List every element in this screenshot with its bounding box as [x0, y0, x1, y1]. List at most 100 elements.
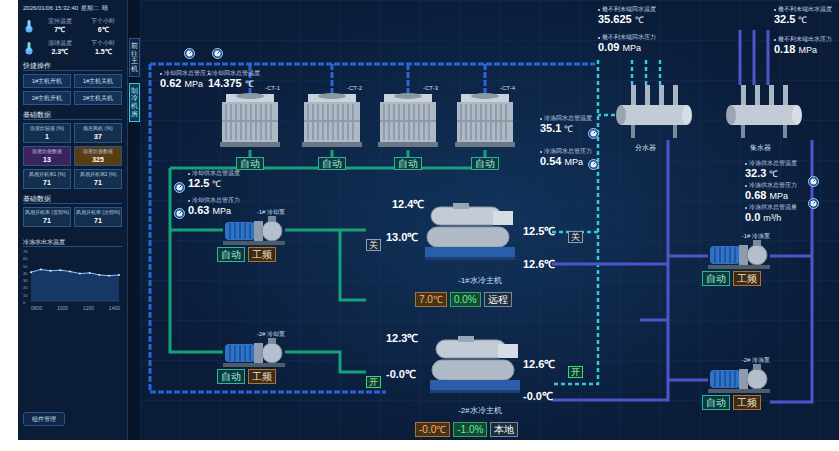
header-vessel-icon: [725, 85, 803, 140]
data-cell: 温度比值数值13: [23, 146, 71, 166]
data-cell: 风扇开机率2 (%)71: [74, 169, 122, 189]
data-cell: 温度比较值 (%)1: [23, 123, 71, 143]
side-tabs: 前往主机制冷机房: [128, 0, 140, 440]
chiller[interactable]: [428, 336, 523, 394]
control-mode[interactable]: 本地: [490, 422, 518, 437]
control-mode[interactable]: 远程: [484, 292, 512, 307]
cooling-tower-icon: [220, 92, 280, 147]
evaporator-out-temp: -0.0℃: [523, 390, 553, 403]
quick-op-button[interactable]: 1#主机开机: [23, 74, 71, 88]
pump[interactable]: -1# 冷却泵自动工频: [223, 208, 285, 262]
frequency-badge: 工频: [733, 395, 761, 410]
humidity-icon: [23, 41, 35, 55]
header-vessel: [615, 85, 693, 140]
chart-panel: 冷冻水出水温度7060504030201000800100012001400: [23, 238, 122, 319]
side-tab[interactable]: 制冷机房: [129, 83, 140, 122]
pump-icon: [708, 240, 770, 270]
mode-badge[interactable]: 自动: [702, 395, 730, 410]
frequency-badge: 工频: [733, 271, 761, 286]
condenser-temp: -0.0℃: [386, 368, 416, 381]
cooling-tower[interactable]: -CT-2自动: [302, 84, 362, 174]
sensor-readout: 冷冻供水总管温度32.3 ℃: [745, 160, 797, 181]
sensor-readout: 冷却供水总管压力0.63 MPa: [188, 197, 240, 218]
header-vessel-icon: [615, 85, 693, 140]
evaporator-in-temp: 12.5℃: [523, 225, 555, 238]
header-label: 集水器: [750, 143, 771, 152]
sensor-readout: 最不利末端回水温度35.625 ℃: [598, 6, 656, 27]
pump[interactable]: -2# 冷冻泵自动工频: [708, 356, 770, 410]
valve-state-badge[interactable]: 关: [568, 231, 583, 243]
chiller-name: -2#水冷主机: [458, 406, 502, 416]
mode-badge[interactable]: 自动: [217, 369, 245, 384]
basic-data-panel: 基础数据风扇开机率 (首部%)71风扇开机率 (次部%)71: [23, 194, 122, 227]
mode-badge[interactable]: 自动: [236, 157, 264, 170]
gauge-icon: [588, 128, 599, 139]
quick-op-button[interactable]: 2#主机关机: [74, 91, 122, 105]
mode-badge[interactable]: 自动: [318, 157, 346, 170]
sensor-readout: 冷却回水总管温度14.375 ℃: [208, 70, 260, 91]
gauge-icon: [184, 48, 195, 59]
chiller[interactable]: [423, 203, 518, 261]
chiller-icon: [428, 336, 523, 394]
chiller-status: -0.0℃-1.0%本地: [415, 422, 518, 437]
data-cell: 温度比值数值325: [74, 146, 122, 166]
sidebar: 2026/01/06 15:32:40星期二晴室外温度7℃下个小时6℃ 湿球温度2…: [18, 0, 128, 440]
chiller-inlet-temp: 12.4℃: [392, 198, 424, 211]
mode-badge[interactable]: 自动: [702, 271, 730, 286]
sensor-readout: 冷冻供水总管流量0.0 m³/h: [745, 204, 797, 225]
sensor-readout: 最不利末端回水压力0.09 MPa: [598, 34, 656, 55]
plant-diagram: 冷却回水总管压力0.62 MPa冷却回水总管温度14.375 ℃ 冷却供水总管温度…: [140, 0, 839, 440]
cooling-tower[interactable]: -CT-3自动: [378, 84, 438, 174]
header-vessel: [725, 85, 803, 140]
sensor-readout: 最不利末端出水压力0.18 MPa: [774, 36, 832, 57]
cooling-tower-icon: [455, 92, 515, 147]
header-label: 分水器: [635, 143, 656, 152]
mode-badge[interactable]: 自动: [394, 157, 422, 170]
side-tab[interactable]: 前往主机: [129, 38, 140, 77]
cooling-tower-icon: [378, 92, 438, 147]
data-cell: 风扇开机率 (次部%)71: [74, 207, 122, 227]
sensor-readout: 冷冻回水总管压力0.54 MPa: [540, 148, 592, 169]
pump-icon: [708, 364, 770, 394]
valve-state-badge[interactable]: 关: [366, 239, 381, 251]
quick-ops-panel: 快捷操作1#主机开机1#主机关机2#主机开机2#主机关机: [23, 61, 122, 105]
chiller-name: -1#水冷主机: [458, 276, 502, 286]
data-cell: 低压风机 (%)37: [74, 123, 122, 143]
pump[interactable]: -2# 冷却泵自动工频: [223, 330, 285, 384]
cooling-tower[interactable]: -CT-4自动: [455, 84, 515, 174]
weather-row: 湿球温度2.3℃下个小时1.5℃: [23, 39, 122, 56]
mode-badge[interactable]: 自动: [217, 247, 245, 262]
component-manage-button[interactable]: 组件管理: [23, 412, 65, 426]
valve-state-badge[interactable]: 开: [366, 376, 381, 388]
sensor-readout: 冷却供水总管温度12.5 ℃: [188, 170, 240, 191]
frequency-badge: 工频: [248, 369, 276, 384]
sensor-readout: 冷冻回水总管温度35.1 ℃: [540, 115, 592, 136]
data-cell: 风扇开机率1 (%)71: [23, 169, 71, 189]
page: 2026/01/06 15:32:40星期二晴室外温度7℃下个小时6℃ 湿球温度2…: [0, 0, 839, 451]
pump-icon: [223, 338, 285, 368]
thermometer-icon: [23, 19, 35, 33]
weather-row: 室外温度7℃下个小时6℃: [23, 17, 122, 34]
frequency-badge: 工频: [248, 247, 276, 262]
valve-state-badge[interactable]: 开: [568, 366, 583, 378]
gauge-icon: [808, 176, 819, 187]
cooling-tower-icon: [302, 92, 362, 147]
pump-icon: [223, 216, 285, 246]
data-cell: 风扇开机率 (首部%)71: [23, 207, 71, 227]
gauge-icon: [588, 159, 599, 170]
gauge-icon: [174, 208, 185, 219]
gauge-icon: [212, 48, 223, 59]
sensor-readout: 冷却回水总管压力0.62 MPa: [160, 70, 212, 91]
gauge-icon: [808, 198, 819, 209]
mode-badge[interactable]: 自动: [471, 157, 499, 170]
gauge-icon: [174, 182, 185, 193]
quick-op-button[interactable]: 2#主机开机: [23, 91, 71, 105]
cooling-tower[interactable]: -CT-1自动: [220, 84, 280, 174]
pump[interactable]: -1# 冷冻泵自动工频: [708, 232, 770, 286]
quick-op-button[interactable]: 1#主机关机: [74, 74, 122, 88]
sensor-readout: 最不利末端出水温度32.5 ℃: [774, 6, 832, 27]
chiller-status: 7.0℃0.0%远程: [415, 292, 512, 307]
chiller-icon: [423, 203, 518, 261]
datetime: 2026/01/06 15:32:40星期二晴: [23, 4, 122, 12]
sensor-readout: 冷冻供水总管压力0.68 MPa: [745, 182, 797, 203]
